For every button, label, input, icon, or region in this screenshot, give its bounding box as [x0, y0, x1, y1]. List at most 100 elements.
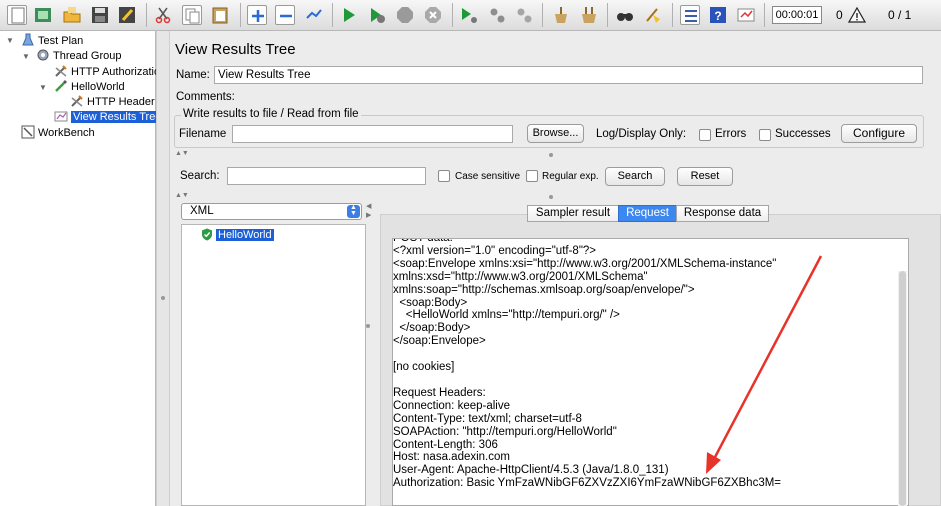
splitter-grip[interactable] [549, 195, 553, 199]
tree-node-thread-group[interactable]: Thread Group [36, 48, 121, 64]
elapsed-timer: 00:00:01 [772, 6, 822, 24]
tab-response-data[interactable]: Response data [676, 205, 769, 222]
tree-node-view-results-tree[interactable]: View Results Tree [54, 109, 164, 125]
test-plan-tree: ▼ Test Plan ▼ Thread Group HTTP Authoriz… [0, 31, 164, 506]
expand-arrow-icon[interactable]: ▼ [22, 52, 30, 61]
request-line: Authorization: Basic YmFzaWNibGF6ZXVzZXI… [393, 477, 782, 490]
tab-sampler-result[interactable]: Sampler result [527, 205, 619, 222]
request-line: [no cookies] [393, 361, 455, 374]
collapse-arrows-icon[interactable]: ▲▼ [175, 192, 189, 199]
filename-label: Filename [179, 128, 227, 140]
request-text-area[interactable]: POST data: <?xml version="1.0" encoding="… [392, 238, 909, 506]
save-as-icon[interactable] [117, 5, 137, 25]
expand-arrow-icon[interactable]: ▼ [39, 83, 47, 92]
help-icon[interactable]: ? [708, 5, 728, 25]
request-line: SOAPAction: "http://tempuri.org/HelloWor… [393, 425, 617, 438]
start-no-pauses-icon[interactable] [367, 5, 387, 25]
wrench-icon [55, 65, 67, 77]
errors-checkbox[interactable] [699, 129, 711, 141]
tree-label-workbench: WorkBench [38, 127, 95, 139]
search-icon[interactable] [615, 5, 635, 25]
reset-search-icon[interactable] [643, 5, 663, 25]
splitter-grip[interactable] [161, 296, 165, 300]
browse-button[interactable]: Browse... [527, 124, 584, 143]
tree-node-http-authorization[interactable]: HTTP Authorizatio [54, 64, 160, 80]
shutdown-icon[interactable] [423, 5, 443, 25]
save-icon[interactable] [90, 5, 110, 25]
page-title: View Results Tree [175, 41, 296, 58]
main-toolbar: ? 00:00:01 0 0 / 1 [0, 0, 941, 31]
renderer-select[interactable]: XML ▲ ▼ [181, 203, 362, 220]
cut-icon[interactable] [153, 5, 173, 25]
collapse-icon[interactable] [275, 5, 295, 25]
stop-icon[interactable] [395, 5, 415, 25]
request-line: Host: nasa.adexin.com [393, 451, 510, 464]
successes-checkbox[interactable] [759, 129, 771, 141]
reset-button[interactable]: Reset [677, 167, 733, 186]
workbench-icon [21, 125, 35, 139]
function-helper-icon[interactable] [680, 5, 700, 25]
request-line: Content-Length: 306 [393, 438, 498, 451]
tree-node-http-header[interactable]: HTTP Header [70, 94, 155, 110]
new-icon[interactable] [7, 5, 27, 25]
search-field[interactable] [227, 167, 426, 185]
case-sensitive-checkbox[interactable] [438, 170, 450, 182]
splitter-grip[interactable] [549, 153, 553, 157]
error-count: 0 [836, 8, 843, 22]
collapse-right-icon[interactable]: ▶ [366, 211, 371, 219]
listener-icon [54, 111, 68, 122]
splitter-2[interactable]: ▲▼ [170, 192, 941, 200]
filename-field[interactable] [232, 125, 513, 143]
tree-splitter[interactable] [156, 31, 170, 506]
request-line: <soap:Envelope xmlns:xsi="http://www.w3.… [393, 257, 777, 270]
successes-label: Successes [775, 128, 831, 140]
log-display-label: Log/Display Only: [596, 128, 687, 140]
clear-icon[interactable] [551, 5, 571, 25]
collapse-arrows-icon[interactable]: ▲▼ [175, 150, 189, 157]
active-threads: 0 / 1 [888, 8, 912, 22]
result-item[interactable]: HelloWorld [201, 228, 274, 241]
regular-exp-checkbox[interactable] [526, 170, 538, 182]
tree-node-workbench[interactable]: WorkBench [21, 125, 95, 141]
paste-icon[interactable] [210, 5, 230, 25]
log-viewer-icon[interactable] [736, 5, 756, 25]
start-icon[interactable] [339, 5, 359, 25]
request-line [393, 374, 781, 387]
toggle-icon[interactable] [304, 5, 324, 25]
request-line: </soap:Body> [393, 322, 471, 335]
scrollbar-thumb[interactable] [899, 271, 906, 506]
clear-all-icon[interactable] [579, 5, 599, 25]
copy-icon[interactable] [182, 5, 202, 25]
search-button[interactable]: Search [605, 167, 665, 186]
tree-node-helloworld[interactable]: HelloWorld [54, 79, 125, 95]
tree-label-thread-group: Thread Group [53, 50, 122, 62]
splitter-1[interactable]: ▲▼ [170, 150, 941, 158]
expand-icon[interactable] [247, 5, 267, 25]
expand-arrow-icon[interactable]: ▼ [6, 36, 14, 45]
request-line: <HelloWorld xmlns="http://tempuri.org/" … [393, 309, 620, 322]
request-line: xmlns:soap="http://schemas.xmlsoap.org/s… [393, 283, 695, 296]
splitter-grip[interactable] [366, 324, 370, 328]
remote-stop-icon[interactable] [487, 5, 507, 25]
comments-label: Comments: [176, 91, 235, 103]
remote-start-icon[interactable] [459, 5, 479, 25]
regular-exp-label: Regular exp. [542, 171, 599, 182]
warning-icon[interactable] [848, 6, 866, 24]
configure-button[interactable]: Configure [841, 124, 917, 143]
renderer-value: XML [190, 205, 214, 217]
name-field[interactable]: View Results Tree [214, 66, 923, 84]
templates-icon[interactable] [33, 5, 53, 25]
file-group-title: Write results to file / Read from file [181, 108, 361, 120]
case-sensitive-label: Case sensitive [455, 171, 521, 182]
remote-shutdown-icon[interactable] [514, 5, 534, 25]
svg-text:?: ? [714, 9, 721, 23]
open-icon[interactable] [62, 5, 82, 25]
results-splitter[interactable]: ◀ ▶ [364, 196, 372, 506]
request-line: POST data: [393, 238, 453, 244]
request-line: <soap:Body> [393, 296, 468, 309]
request-line: User-Agent: Apache-HttpClient/4.5.3 (Jav… [393, 464, 669, 477]
tab-request[interactable]: Request [618, 205, 677, 222]
request-scrollbar[interactable] [898, 271, 907, 506]
collapse-left-icon[interactable]: ◀ [366, 202, 371, 210]
tree-node-test-plan[interactable]: Test Plan [21, 33, 83, 49]
